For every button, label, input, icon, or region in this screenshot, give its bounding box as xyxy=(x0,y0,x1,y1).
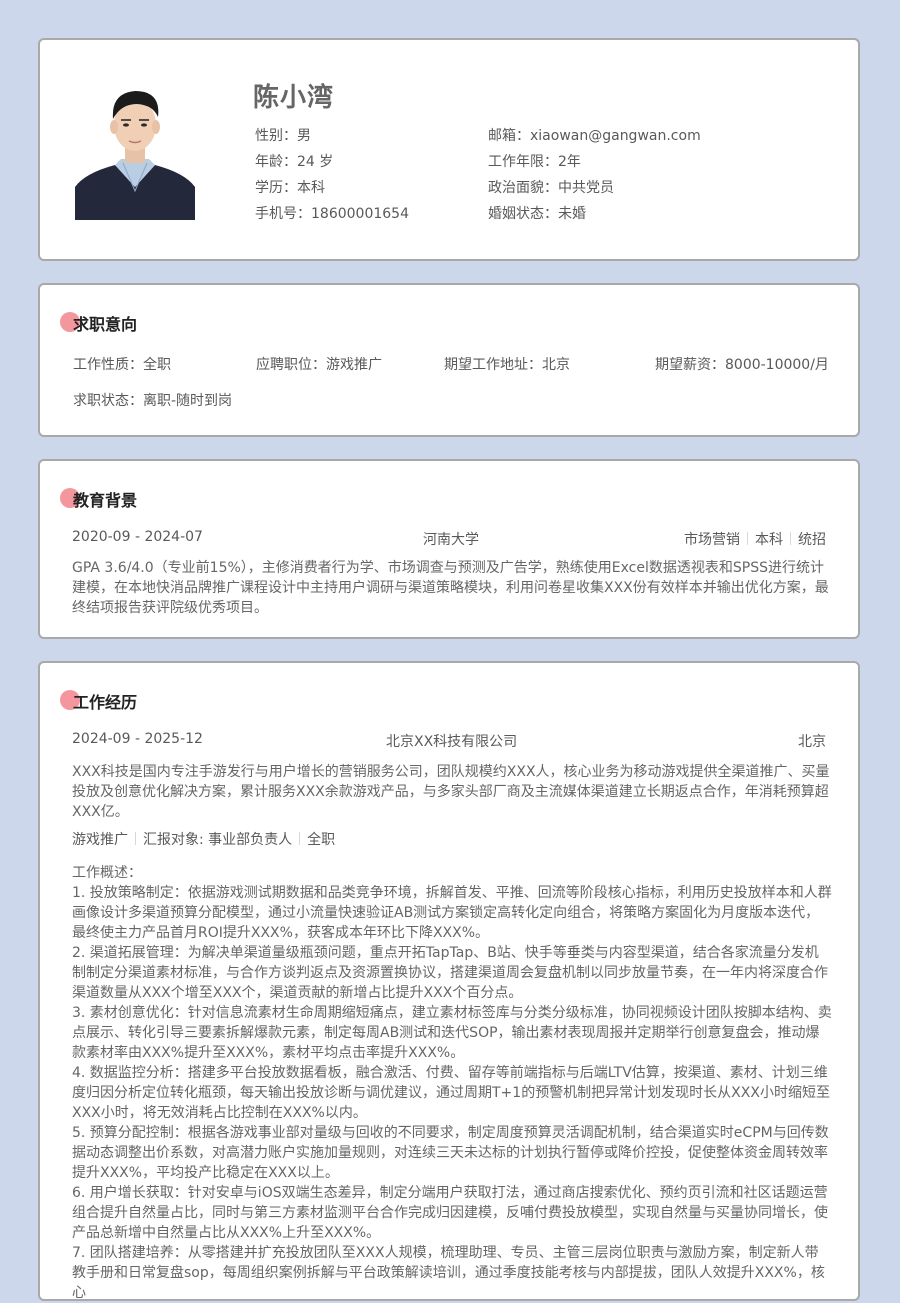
section-title-text: 求职意向 xyxy=(73,315,138,334)
education-type: 统招 xyxy=(798,532,826,548)
info-gender: 性别：男 xyxy=(255,125,311,145)
candidate-name: 陈小湾 xyxy=(253,83,335,113)
field-value: 全职 xyxy=(143,357,171,373)
info-value: xiaowan@gangwan.com xyxy=(530,128,701,144)
section-title-text: 教育背景 xyxy=(73,491,138,510)
work-item: 2. 渠道拓展管理：为解决单渠道量级瓶颈问题，重点开拓TapTap、B站、快手等… xyxy=(72,945,828,1001)
work-item: 3. 素材创意优化：针对信息流素材生命周期缩短痛点，建立素材标签库与分类分级标准… xyxy=(72,1005,832,1061)
education-period: 2020-09 - 2024-07 xyxy=(72,529,203,545)
info-phone: 手机号：18600001654 xyxy=(255,203,409,223)
divider xyxy=(135,832,136,845)
education-card: 教育背景 2020-09 - 2024-07 河南大学 市场营销 本科 统招 GPA… xyxy=(38,459,860,639)
job-intent-card: 求职意向 工作性质：全职 应聘职位：游戏推广 期望工作地址：北京 期望薪资：80… xyxy=(38,283,860,437)
info-age: 年龄：24 岁 xyxy=(255,151,333,171)
info-value: 中共党员 xyxy=(558,180,614,196)
tag-employment: 全职 xyxy=(307,832,336,848)
field-label: 求职状态： xyxy=(73,393,143,409)
tag-report-to: 汇报对象: 事业部负责人 xyxy=(143,832,293,848)
field-value: 8000-10000/月 xyxy=(725,357,829,373)
field-label: 期望薪资： xyxy=(655,357,725,373)
info-value: 18600001654 xyxy=(311,206,409,222)
info-label: 手机号： xyxy=(255,206,311,222)
info-value: 2年 xyxy=(558,154,581,170)
field-label: 工作性质： xyxy=(73,357,143,373)
work-item: 5. 预算分配控制：根据各游戏事业部对量级与回收的不同要求，制定周度预算灵活调配… xyxy=(72,1125,829,1181)
overview-label: 工作概述： xyxy=(72,865,142,881)
field-label: 应聘职位： xyxy=(256,357,326,373)
info-marital: 婚姻状态：未婚 xyxy=(488,203,586,223)
work-overview: 工作概述： 1. 投放策略制定：依据游戏测试期数据和品类竞争环境，拆解首发、平推… xyxy=(72,863,832,1303)
section-title-work: 工作经历 xyxy=(60,689,137,713)
education-degree: 本科 xyxy=(755,532,783,548)
info-work-years: 工作年限：2年 xyxy=(488,151,581,171)
info-political: 政治面貌：中共党员 xyxy=(488,177,614,197)
section-title-education: 教育背景 xyxy=(60,487,137,511)
intent-status: 求职状态：离职-随时到岗 xyxy=(73,390,232,410)
info-value: 本科 xyxy=(297,180,325,196)
work-item: 1. 投放策略制定：依据游戏测试期数据和品类竞争环境，拆解首发、平推、回流等阶段… xyxy=(72,885,832,941)
field-value: 游戏推广 xyxy=(326,357,382,373)
education-school: 河南大学 xyxy=(423,532,479,548)
info-label: 婚姻状态： xyxy=(488,206,558,222)
divider xyxy=(299,832,301,845)
work-tags: 游戏推广 汇报对象: 事业部负责人 全职 xyxy=(72,829,335,849)
work-experience-card: 工作经历 2024-09 - 2025-12 北京XX科技有限公司 北京 XXX… xyxy=(38,661,860,1301)
info-label: 性别： xyxy=(255,128,297,144)
work-company: 北京XX科技有限公司 xyxy=(386,734,518,750)
info-label: 学历： xyxy=(255,180,297,196)
work-city: 北京 xyxy=(798,734,826,750)
info-value: 24 岁 xyxy=(297,154,334,170)
info-label: 年龄： xyxy=(255,154,297,170)
divider xyxy=(747,532,748,545)
info-label: 邮箱： xyxy=(488,128,530,144)
intent-location: 期望工作地址：北京 xyxy=(444,354,570,374)
info-label: 政治面貌： xyxy=(488,180,558,196)
info-value: 未婚 xyxy=(558,206,586,222)
intent-position: 应聘职位：游戏推广 xyxy=(256,354,382,374)
tag-role: 游戏推广 xyxy=(72,832,128,848)
info-value: 男 xyxy=(297,128,311,144)
divider xyxy=(790,532,791,545)
avatar xyxy=(75,87,195,220)
education-major-info: 市场营销 本科 统招 xyxy=(684,529,826,549)
work-item: 4. 数据监控分析：搭建多平台投放数据看板，融合激活、付费、留存等前端指标与后端… xyxy=(72,1065,830,1121)
work-item: 7. 团队搭建培养：从零搭建并扩充投放团队至XXX人规模，梳理助理、专员、主管三… xyxy=(72,1245,825,1301)
info-email: 邮箱：xiaowan@gangwan.com xyxy=(488,125,701,145)
work-period: 2024-09 - 2025-12 xyxy=(72,731,203,747)
section-title-text: 工作经历 xyxy=(73,693,138,712)
info-education: 学历：本科 xyxy=(255,177,325,197)
intent-job-type: 工作性质：全职 xyxy=(73,354,171,374)
intent-salary: 期望薪资：8000-10000/月 xyxy=(655,354,829,374)
profile-card: 陈小湾 性别：男 年龄：24 岁 学历：本科 手机号：18600001654 邮… xyxy=(38,38,860,261)
field-value: 离职-随时到岗 xyxy=(143,393,233,409)
field-value: 北京 xyxy=(542,357,570,373)
education-major: 市场营销 xyxy=(684,532,740,548)
section-title-intent: 求职意向 xyxy=(60,311,137,335)
info-label: 工作年限： xyxy=(488,154,558,170)
education-description: GPA 3.6/4.0（专业前15%），主修消费者行为学、市场调查与预测及广告学… xyxy=(72,560,829,616)
company-description: XXX科技是国内专注手游发行与用户增长的营销服务公司，团队规模约XXX人，核心业… xyxy=(72,764,830,820)
work-item: 6. 用户增长获取：针对安卓与iOS双端生态差异，制定分端用户获取打法，通过商店… xyxy=(72,1185,828,1241)
field-label: 期望工作地址： xyxy=(444,357,542,373)
